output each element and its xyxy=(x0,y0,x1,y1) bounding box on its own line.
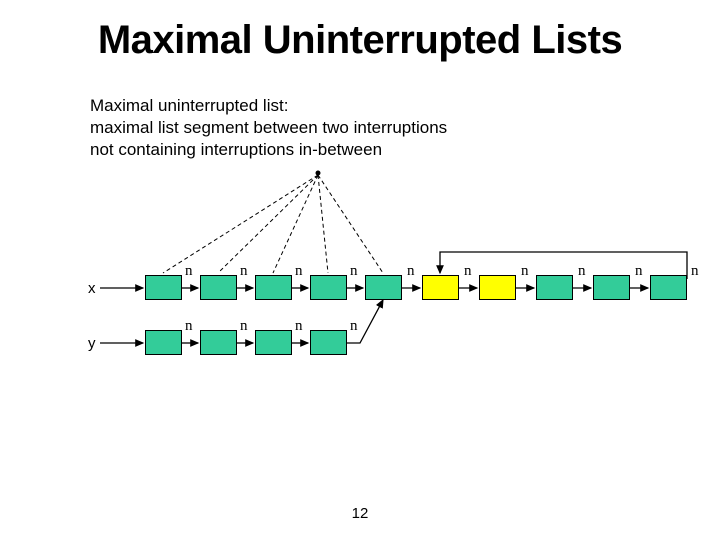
x-edge-4: n xyxy=(407,263,415,280)
list-x-label: x xyxy=(88,280,96,297)
x-edge-1: n xyxy=(240,263,248,280)
x-node-9 xyxy=(650,275,687,300)
list-y-label: y xyxy=(88,335,96,352)
y-node-3 xyxy=(310,330,347,355)
desc-line-1: Maximal uninterrupted list: xyxy=(90,95,447,117)
x-node-0 xyxy=(145,275,182,300)
y-edge-1: n xyxy=(240,318,248,335)
x-edge-6: n xyxy=(521,263,529,280)
y-edge-3: n xyxy=(350,318,358,335)
y-node-1 xyxy=(200,330,237,355)
x-edge-7: n xyxy=(578,263,586,280)
x-node-5 xyxy=(422,275,459,300)
y-node-0 xyxy=(145,330,182,355)
x-edge-9: n xyxy=(691,263,699,280)
y-edge-2: n xyxy=(295,318,303,335)
x-node-6 xyxy=(479,275,516,300)
y-edge-0: n xyxy=(185,318,193,335)
y-node-2 xyxy=(255,330,292,355)
x-edge-8: n xyxy=(635,263,643,280)
arrows-overlay xyxy=(0,0,720,540)
x-edge-2: n xyxy=(295,263,303,280)
x-node-8 xyxy=(593,275,630,300)
x-edge-5: n xyxy=(464,263,472,280)
x-edge-3: n xyxy=(350,263,358,280)
x-node-3 xyxy=(310,275,347,300)
x-node-4 xyxy=(365,275,402,300)
desc-line-3: not containing interruptions in-between xyxy=(90,139,447,161)
desc-line-2: maximal list segment between two interru… xyxy=(90,117,447,139)
page-title: Maximal Uninterrupted Lists xyxy=(0,18,720,63)
x-node-2 xyxy=(255,275,292,300)
x-edge-0: n xyxy=(185,263,193,280)
page-number: 12 xyxy=(0,505,720,522)
definition-text: Maximal uninterrupted list: maximal list… xyxy=(90,95,447,161)
x-node-1 xyxy=(200,275,237,300)
x-node-7 xyxy=(536,275,573,300)
